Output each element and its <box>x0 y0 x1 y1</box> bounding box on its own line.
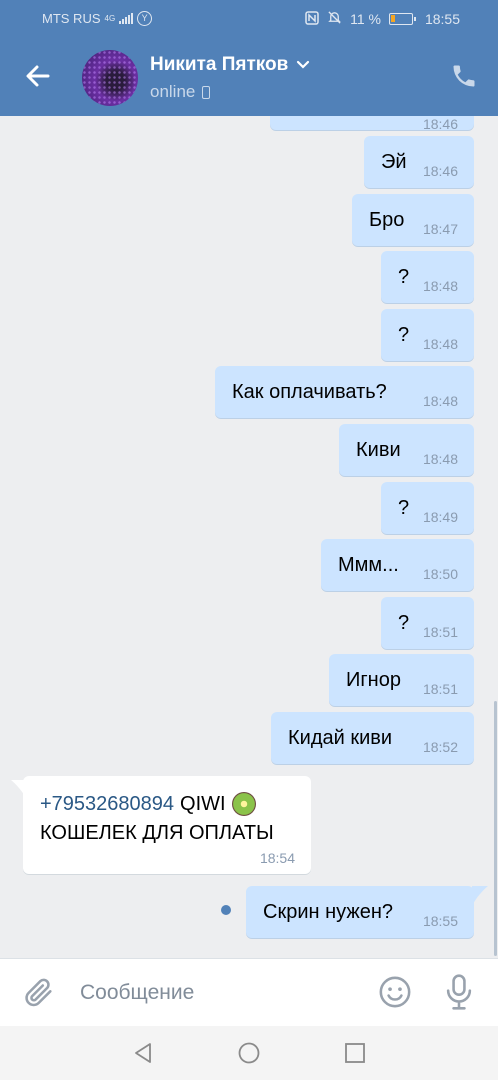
mobile-icon <box>202 85 211 99</box>
message-text: Игнор <box>346 669 401 691</box>
message-text: Как оплачивать? <box>232 381 387 403</box>
contact-name-button[interactable]: Никита Пятков <box>150 54 310 76</box>
message-time: 18:54 <box>259 850 295 866</box>
message-time: 18:48 <box>422 278 458 294</box>
online-status: online <box>150 82 196 101</box>
message-time: 18:51 <box>422 624 458 640</box>
message-bubble[interactable]: Кидай киви 18:52 <box>271 712 474 764</box>
contact-status: online <box>150 82 211 102</box>
message-text: ? <box>398 266 410 288</box>
message-bubble[interactable]: Киви 18:48 <box>339 424 474 476</box>
mute-icon <box>327 10 342 28</box>
unread-indicator <box>221 905 231 915</box>
message-time: 18:48 <box>422 336 458 352</box>
message-time: 18:55 <box>422 913 458 929</box>
message-bubble[interactable]: ? 18:49 <box>381 482 474 534</box>
message-text: Эй <box>381 151 407 173</box>
emoji-icon[interactable] <box>378 975 412 1009</box>
message-text: Ммм... <box>338 554 399 576</box>
clock: 18:55 <box>424 11 460 27</box>
message-time: 18:51 <box>422 681 458 697</box>
battery-percent: 11 % <box>350 11 381 27</box>
message-text: Бро <box>369 209 405 231</box>
message-time: 18:46 <box>422 163 458 179</box>
contact-avatar[interactable] <box>82 50 138 106</box>
network-type: 4G <box>104 13 116 23</box>
message-time: 18:50 <box>422 566 458 582</box>
message-text: Кидай киви <box>288 727 393 749</box>
message-time: 18:52 <box>422 739 458 755</box>
message-time: 18:49 <box>422 509 458 525</box>
kiwi-emoji-icon <box>231 792 256 816</box>
yandex-icon: Y <box>137 11 153 26</box>
bubble-tail <box>11 780 25 796</box>
message-bubble[interactable]: Игнор 18:51 <box>329 654 474 706</box>
system-navigation-bar <box>0 1026 498 1080</box>
phone-call-icon[interactable] <box>450 62 478 90</box>
back-arrow-icon[interactable] <box>22 60 54 92</box>
message-text: QIWI <box>180 792 226 815</box>
message-bubble[interactable]: ? 18:48 <box>381 251 474 303</box>
message-text: ? <box>398 497 410 519</box>
contact-name: Никита Пятков <box>150 54 289 75</box>
message-bubble[interactable]: Скрин нужен? 18:55 <box>246 886 474 938</box>
phone-number-link[interactable]: +79532680894 <box>40 793 174 816</box>
message-time: 18:47 <box>422 221 458 237</box>
incoming-message-bubble[interactable]: +79532680894 QIWI КОШЕЛЕК ДЛЯ ОПЛАТЫ 18:… <box>11 776 311 874</box>
message-time: 18:48 <box>422 393 458 409</box>
message-bubble[interactable]: ? 18:51 <box>381 597 474 649</box>
message-text: ? <box>398 612 410 634</box>
message-text: Скрин нужен? <box>263 901 394 923</box>
carrier-label: MTS RUS <box>42 11 101 26</box>
microphone-icon[interactable] <box>442 973 476 1011</box>
chevron-down-icon <box>297 60 310 69</box>
message-text: Киви <box>356 439 401 461</box>
message-bubble-partial[interactable]: 18:46 <box>270 116 474 132</box>
message-bubble[interactable]: Как оплачивать? 18:48 <box>215 366 474 418</box>
message-text: ? <box>398 324 410 346</box>
message-bubble[interactable]: Бро 18:47 <box>352 194 474 246</box>
message-text: КОШЕЛЕК ДЛЯ ОПЛАТЫ <box>40 822 274 844</box>
back-nav-icon[interactable] <box>131 1041 155 1065</box>
message-list[interactable]: 18:46 Эй 18:46 Бро 18:47 ? 18:48 ? 18:48… <box>0 116 498 958</box>
battery-icon <box>388 13 416 25</box>
attach-icon[interactable] <box>22 975 56 1009</box>
message-time: 18:48 <box>422 451 458 467</box>
chat-header: Никита Пятков online <box>0 36 498 116</box>
bubble-tail <box>472 886 488 906</box>
scrollbar[interactable] <box>494 701 497 956</box>
status-bar: MTS RUS 4G Y 11 % 18:55 <box>0 0 498 36</box>
message-bubble[interactable]: Эй 18:46 <box>364 136 474 188</box>
nfc-icon <box>305 10 319 28</box>
home-nav-icon[interactable] <box>237 1041 261 1065</box>
message-input[interactable]: Сообщение <box>80 981 194 1005</box>
recents-nav-icon[interactable] <box>343 1041 367 1065</box>
signal-icon <box>119 13 134 24</box>
message-bubble[interactable]: Ммм... 18:50 <box>321 539 474 591</box>
message-composer: Сообщение <box>0 958 498 1026</box>
message-bubble[interactable]: ? 18:48 <box>381 309 474 361</box>
